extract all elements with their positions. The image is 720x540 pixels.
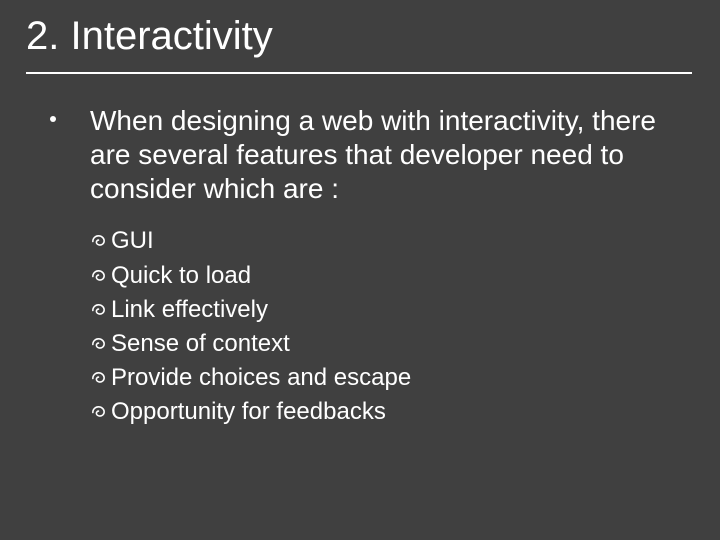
list-item: Quick to load — [90, 259, 672, 293]
swirl-bullet-icon — [90, 293, 107, 327]
list-item: When designing a web with interactivity,… — [62, 104, 672, 206]
sub-item-text: Opportunity for feedbacks — [111, 398, 386, 425]
swirl-bullet-icon — [90, 224, 107, 258]
sub-item-text: GUI — [111, 227, 154, 254]
list-item: Link effectively — [90, 293, 672, 327]
title-divider — [26, 72, 692, 74]
bullet-dot-icon — [50, 116, 56, 122]
list-item: Opportunity for feedbacks — [90, 395, 672, 429]
list-item-text: When designing a web with interactivity,… — [90, 105, 656, 204]
sub-item-text: Quick to load — [111, 262, 251, 289]
sub-item-text: Sense of context — [111, 330, 290, 357]
slide: 2. Interactivity When designing a web wi… — [0, 0, 720, 540]
list-item: GUI — [90, 224, 672, 258]
list-item: Provide choices and escape — [90, 361, 672, 395]
slide-title: 2. Interactivity — [26, 14, 273, 59]
sub-list: GUI Quick to load Link effectively Sense… — [62, 224, 672, 428]
swirl-bullet-icon — [90, 361, 107, 395]
slide-body: When designing a web with interactivity,… — [62, 104, 672, 429]
swirl-bullet-icon — [90, 259, 107, 293]
sub-item-text: Link effectively — [111, 296, 268, 323]
swirl-bullet-icon — [90, 327, 107, 361]
sub-item-text: Provide choices and escape — [111, 364, 411, 391]
swirl-bullet-icon — [90, 395, 107, 429]
list-item: Sense of context — [90, 327, 672, 361]
